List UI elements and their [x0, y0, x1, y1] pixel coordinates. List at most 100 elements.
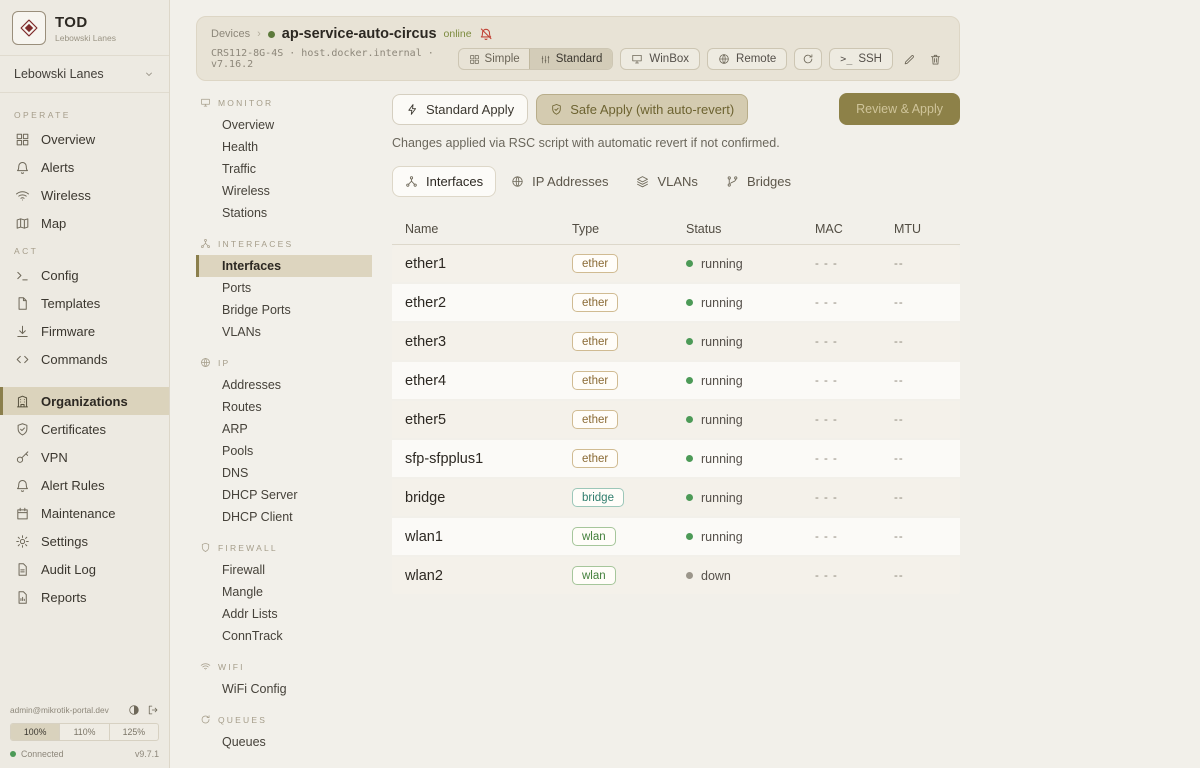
status-dot: [686, 377, 693, 384]
apply-note: Changes applied via RSC script with auto…: [392, 136, 960, 150]
table-row[interactable]: ether5 ether running - - - --: [392, 401, 960, 440]
refresh-button[interactable]: [794, 48, 822, 70]
device-nav-item-wireless[interactable]: Wireless: [196, 180, 372, 202]
delete-trash-icon[interactable]: [926, 50, 945, 69]
breadcrumb-devices[interactable]: Devices: [211, 28, 250, 40]
sidebar-item-templates[interactable]: Templates: [0, 289, 169, 317]
table-row[interactable]: ether1 ether running - - - --: [392, 245, 960, 284]
sidebar-item-organizations[interactable]: Organizations: [0, 387, 169, 415]
device-nav-item-pools[interactable]: Pools: [196, 440, 372, 462]
device-nav-item-ports[interactable]: Ports: [196, 277, 372, 299]
device-nav-item-addr-lists[interactable]: Addr Lists: [196, 603, 372, 625]
device-nav-item-vlans[interactable]: VLANs: [196, 321, 372, 343]
device-nav-item-health[interactable]: Health: [196, 136, 372, 158]
device-header-card: Devices › ap-service-auto-circus online …: [196, 16, 960, 81]
table-header: Name Type Status MAC MTU: [392, 214, 960, 245]
zoom-110-button[interactable]: 110%: [60, 724, 109, 740]
wifi-icon: [200, 661, 211, 672]
sidebar-item-settings[interactable]: Settings: [0, 527, 169, 555]
device-nav-section-wifi: WIFI: [200, 661, 372, 672]
online-badge: online: [444, 28, 472, 40]
device-nav-item-addresses[interactable]: Addresses: [196, 374, 372, 396]
sidebar-item-certificates[interactable]: Certificates: [0, 415, 169, 443]
tab-bar: Interfaces IP Addresses VLANs Bridges: [392, 166, 960, 197]
device-nav-item-queues[interactable]: Queues: [196, 731, 372, 753]
device-nav-item-mangle[interactable]: Mangle: [196, 581, 372, 603]
device-nav-item-overview[interactable]: Overview: [196, 114, 372, 136]
sidebar-item-wireless[interactable]: Wireless: [0, 181, 169, 209]
view-simple-button[interactable]: Simple: [459, 49, 530, 69]
table-row[interactable]: bridge bridge running - - - --: [392, 479, 960, 518]
bell-icon: [14, 478, 30, 493]
device-nav-item-firewall[interactable]: Firewall: [196, 559, 372, 581]
breadcrumb-separator: ›: [257, 28, 261, 40]
device-nav-item-conntrack[interactable]: ConnTrack: [196, 625, 372, 647]
table-row[interactable]: wlan1 wlan running - - - --: [392, 518, 960, 557]
device-nav-item-bridge-ports[interactable]: Bridge Ports: [196, 299, 372, 321]
logout-icon[interactable]: [147, 704, 159, 716]
device-nav-item-stations[interactable]: Stations: [196, 202, 372, 224]
device-nav-item-routes[interactable]: Routes: [196, 396, 372, 418]
sidebar-item-reports[interactable]: Reports: [0, 583, 169, 611]
device-nav-section-ip: IP: [200, 357, 372, 368]
theme-toggle-icon[interactable]: [128, 704, 140, 716]
review-apply-button[interactable]: Review & Apply: [839, 93, 960, 125]
table-row[interactable]: ether2 ether running - - - --: [392, 284, 960, 323]
device-nav-item-traffic[interactable]: Traffic: [196, 158, 372, 180]
file-lines-icon: [14, 562, 30, 577]
sidebar-section-act: ACT: [0, 237, 169, 261]
grid-icon: [14, 132, 30, 147]
tab-interfaces[interactable]: Interfaces: [392, 166, 496, 197]
tab-ip-addresses[interactable]: IP Addresses: [498, 166, 621, 197]
brand: TOD Lebowski Lanes: [0, 0, 169, 56]
network-icon: [200, 238, 211, 249]
table-row[interactable]: ether3 ether running - - - --: [392, 323, 960, 362]
sidebar-item-config[interactable]: Config: [0, 261, 169, 289]
sidebar-item-firmware[interactable]: Firmware: [0, 317, 169, 345]
safe-apply-button[interactable]: Safe Apply (with auto-revert): [536, 94, 748, 125]
org-selector-label: Lebowski Lanes: [14, 67, 104, 81]
zoom-125-button[interactable]: 125%: [110, 724, 158, 740]
org-selector[interactable]: Lebowski Lanes: [0, 56, 169, 93]
ssh-button[interactable]: >_ SSH: [829, 48, 893, 70]
refresh-icon: [802, 53, 814, 65]
sidebar-item-map[interactable]: Map: [0, 209, 169, 237]
sidebar-item-alerts[interactable]: Alerts: [0, 153, 169, 181]
tab-vlans[interactable]: VLANs: [623, 166, 710, 197]
globe-icon: [718, 53, 730, 65]
sidebar-item-alert-rules[interactable]: Alert Rules: [0, 471, 169, 499]
file-chart-icon: [14, 590, 30, 605]
device-nav-item-dns[interactable]: DNS: [196, 462, 372, 484]
table-row[interactable]: ether4 ether running - - - --: [392, 362, 960, 401]
brand-logo-icon: [12, 11, 46, 45]
col-mtu: MTU: [894, 222, 960, 236]
sidebar-item-audit-log[interactable]: Audit Log: [0, 555, 169, 583]
sidebar-item-commands[interactable]: Commands: [0, 345, 169, 373]
edit-pencil-icon[interactable]: [900, 50, 919, 69]
shield-icon: [200, 542, 211, 553]
device-nav-item-wifi-config[interactable]: WiFi Config: [196, 678, 372, 700]
remote-button[interactable]: Remote: [707, 48, 787, 70]
device-actions: Simple Standard WinBox Remote: [458, 48, 945, 70]
sidebar-item-overview[interactable]: Overview: [0, 125, 169, 153]
table-row[interactable]: sfp-sfpplus1 ether running - - - --: [392, 440, 960, 479]
device-nav-item-dhcp-server[interactable]: DHCP Server: [196, 484, 372, 506]
bell-slash-icon[interactable]: [479, 27, 493, 41]
wifi-icon: [14, 188, 30, 203]
winbox-button[interactable]: WinBox: [620, 48, 700, 70]
col-mac: MAC: [815, 222, 894, 236]
device-nav-item-dhcp-client[interactable]: DHCP Client: [196, 506, 372, 528]
view-standard-button[interactable]: Standard: [530, 49, 613, 69]
app-subtitle: Lebowski Lanes: [55, 33, 116, 43]
device-nav-item-arp[interactable]: ARP: [196, 418, 372, 440]
sidebar-item-vpn[interactable]: VPN: [0, 443, 169, 471]
shield-check-icon: [14, 422, 30, 437]
tab-bridges[interactable]: Bridges: [713, 166, 804, 197]
zoom-100-button[interactable]: 100%: [11, 724, 60, 740]
table-row[interactable]: wlan2 wlan down - - - --: [392, 557, 960, 596]
download-icon: [14, 324, 30, 339]
sidebar-item-maintenance[interactable]: Maintenance: [0, 499, 169, 527]
standard-apply-button[interactable]: Standard Apply: [392, 94, 528, 125]
status-dot: [686, 533, 693, 540]
device-nav-item-interfaces[interactable]: Interfaces: [196, 255, 372, 277]
